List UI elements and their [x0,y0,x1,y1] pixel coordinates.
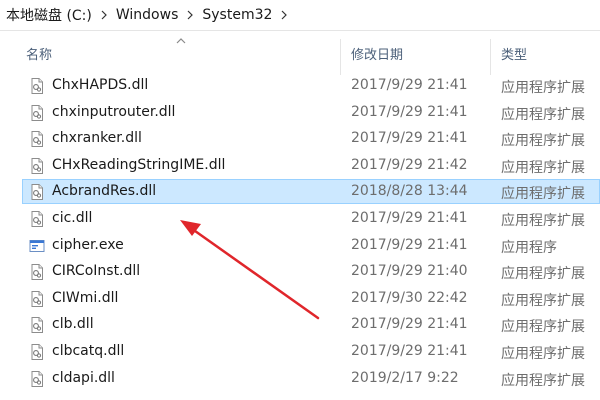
sort-ascending-icon [176,38,186,44]
file-type: 应用程序扩展 [501,159,585,176]
dll-file-icon [29,264,45,281]
dll-file-icon [29,184,45,201]
exe-file-icon [29,238,45,254]
chevron-right-icon[interactable] [180,5,200,25]
file-name: CHxReadingStringIME.dll [52,156,226,173]
file-type: 应用程序扩展 [501,133,585,150]
file-row[interactable]: cic.dll 2017/9/29 21:41 应用程序扩展 [22,206,600,231]
file-date: 2019/2/17 9:22 [351,369,459,386]
file-row[interactable]: cipher.exe 2017/9/29 21:41 应用程序 [22,233,600,258]
file-date: 2017/9/29 21:41 [351,236,468,253]
file-date: 2017/9/29 21:41 [351,343,468,359]
file-row[interactable]: chxinputrouter.dll 2017/9/29 21:41 应用程序扩展 [22,100,600,125]
breadcrumb: 本地磁盘 (C:) Windows System32 [0,0,600,31]
file-row[interactable]: chxranker.dll 2017/9/29 21:41 应用程序扩展 [22,126,600,151]
column-divider[interactable] [490,39,491,75]
file-name: ChxHAPDS.dll [52,77,149,93]
file-type: 应用程序扩展 [501,106,585,123]
file-date: 2017/9/29 21:41 [351,130,468,147]
breadcrumb-item-windows[interactable]: Windows [114,7,181,23]
dll-file-icon [29,211,45,227]
chevron-right-icon[interactable] [94,5,114,25]
file-date: 2017/9/29 21:42 [351,156,468,173]
file-row[interactable]: clb.dll 2017/9/29 21:41 应用程序扩展 [22,312,600,337]
file-name: cipher.exe [52,236,124,253]
file-type: 应用程序扩展 [501,372,585,389]
column-divider[interactable] [340,39,341,75]
breadcrumb-item-drive[interactable]: 本地磁盘 (C:) [4,5,94,25]
file-name: clb.dll [52,316,94,333]
file-type: 应用程序扩展 [501,80,585,96]
file-name: cldapi.dll [52,369,115,386]
dll-file-icon [29,344,45,360]
file-date: 2017/9/29 21:41 [351,316,468,333]
file-name: chxranker.dll [52,130,142,147]
dll-file-icon [29,78,45,94]
file-date: 2017/9/29 21:41 [351,210,468,226]
file-row[interactable]: CHxReadingStringIME.dll 2017/9/29 21:42 应用… [22,153,600,178]
file-type: 应用程序扩展 [501,346,585,362]
dll-file-icon [29,370,45,387]
column-header-date[interactable]: 修改日期 [343,31,498,75]
breadcrumb-item-system32[interactable]: System32 [200,7,274,23]
file-type: 应用程序扩展 [501,186,585,203]
file-row[interactable]: CIRCoInst.dll 2017/9/29 21:40 应用程序扩展 [22,259,600,284]
dll-file-icon [29,290,45,307]
file-date: 2017/9/29 21:41 [351,77,468,93]
file-type: 应用程序扩展 [501,213,585,229]
file-name: cic.dll [52,210,93,226]
file-row[interactable]: cldapi.dll 2019/2/17 9:22 应用程序扩展 [22,366,600,391]
file-name: clbcatq.dll [52,343,125,359]
file-name: chxinputrouter.dll [52,103,176,120]
file-date: 2018/8/28 13:44 [351,183,468,200]
file-row[interactable]: AcbrandRes.dll 2018/8/28 13:44 应用程序扩展 [22,179,600,205]
file-type: 应用程序扩展 [501,319,585,336]
column-header-bar: 名称 修改日期 类型 [0,31,600,75]
file-row[interactable]: clbcatq.dll 2017/9/29 21:41 应用程序扩展 [22,339,600,364]
dll-file-icon [29,131,45,148]
chevron-right-icon[interactable] [274,5,294,25]
file-date: 2017/9/29 21:40 [351,263,468,280]
file-type: 应用程序扩展 [501,292,585,309]
dll-file-icon [29,157,45,174]
file-row[interactable]: CIWmi.dll 2017/9/30 22:42 应用程序扩展 [22,286,600,311]
file-date: 2017/9/30 22:42 [351,289,468,306]
dll-file-icon [29,104,45,121]
file-name: CIRCoInst.dll [52,263,141,280]
dll-file-icon [29,317,45,334]
file-row[interactable]: ChxHAPDS.dll 2017/9/29 21:41 应用程序扩展 [22,73,600,98]
file-date: 2017/9/29 21:41 [351,103,468,120]
file-type: 应用程序扩展 [501,266,585,283]
file-name: AcbrandRes.dll [52,183,157,200]
file-name: CIWmi.dll [52,289,119,306]
file-type: 应用程序 [501,239,557,256]
column-header-type[interactable]: 类型 [493,31,600,75]
